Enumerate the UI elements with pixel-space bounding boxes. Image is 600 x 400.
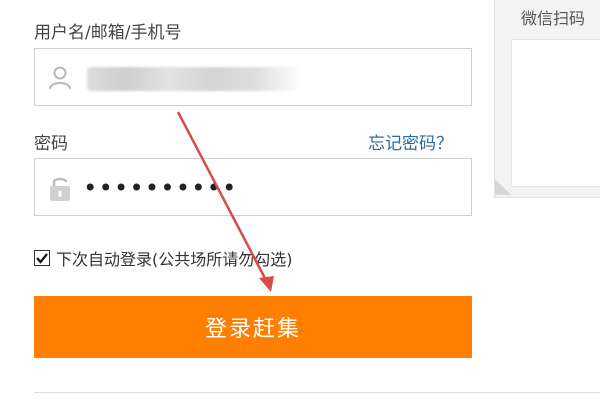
username-label: 用户名/邮箱/手机号: [34, 23, 182, 43]
remember-me-row[interactable]: 下次自动登录(公共场所请勿勾选): [34, 246, 293, 270]
divider: [34, 392, 600, 393]
qr-panel-title: 微信扫码: [521, 9, 586, 28]
lock-icon: [47, 173, 73, 203]
login-button[interactable]: 登录赶集: [34, 296, 472, 358]
qr-login-panel: 微信扫码: [494, 0, 600, 198]
password-field[interactable]: ••••••••••: [34, 158, 472, 216]
username-value-obscured: [87, 67, 302, 91]
remember-checkbox[interactable]: [34, 250, 50, 266]
qr-code-area: [511, 39, 600, 187]
remember-label: 下次自动登录(公共场所请勿勾选): [56, 250, 293, 269]
password-value: ••••••••••: [83, 174, 238, 202]
forgot-password-link[interactable]: 忘记密码？: [368, 129, 453, 154]
panel-corner-decoration: [495, 179, 511, 195]
checkmark-icon: [36, 253, 48, 264]
username-field[interactable]: [34, 48, 472, 106]
user-icon: [47, 65, 73, 91]
password-label: 密码: [34, 134, 68, 154]
